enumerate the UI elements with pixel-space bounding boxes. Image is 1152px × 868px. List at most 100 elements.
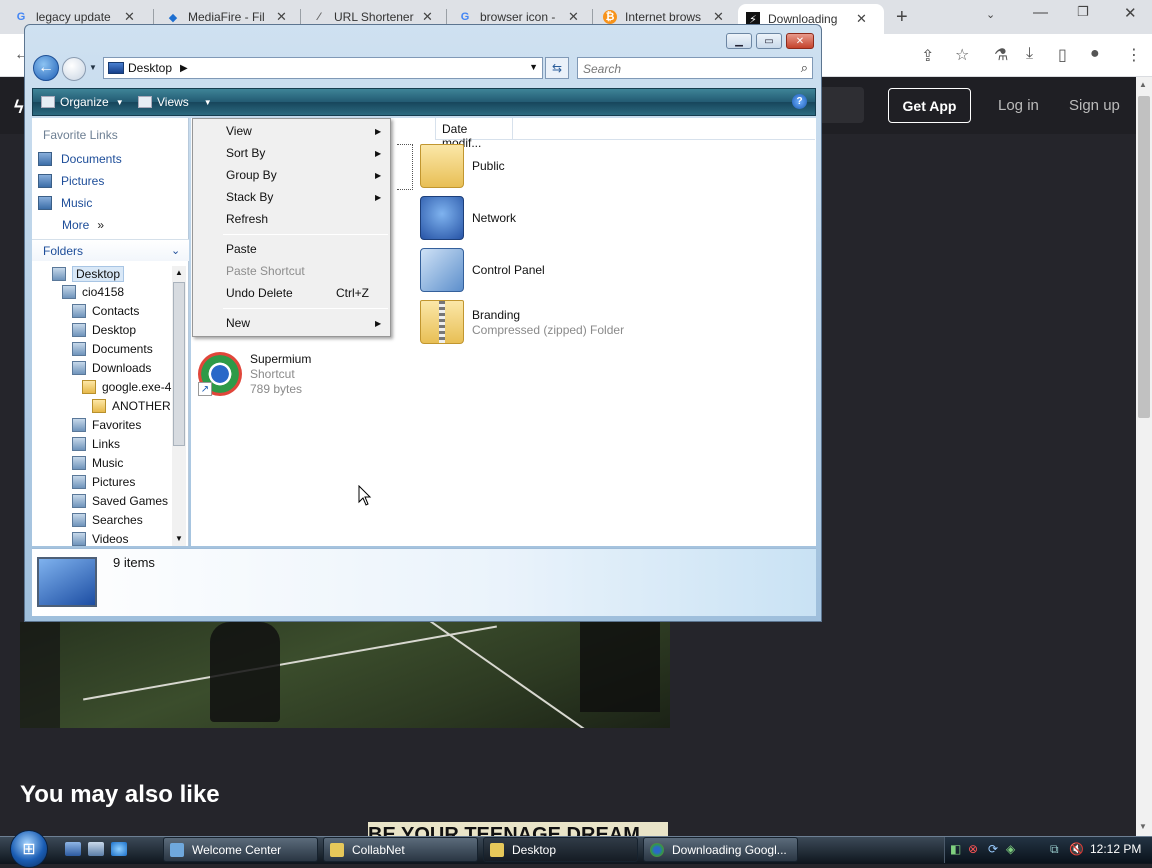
menu-item-new[interactable]: New — [226, 316, 250, 330]
menu-item-refresh[interactable]: Refresh — [226, 212, 268, 226]
menu-item-stack-by[interactable]: Stack By — [226, 190, 273, 204]
restore-icon[interactable]: ❐ — [1077, 4, 1089, 20]
internet-explorer-icon[interactable] — [111, 842, 127, 856]
tree-item-google-exe[interactable]: google.exe-4 — [82, 380, 171, 394]
tree-item-user[interactable]: cio4158 — [62, 285, 124, 299]
item-network[interactable]: Network — [420, 196, 516, 240]
menu-item-undo-delete[interactable]: Undo Delete — [226, 286, 293, 300]
column-header-date-modified[interactable]: Date modif... — [435, 118, 513, 150]
switch-windows-icon[interactable] — [88, 842, 104, 856]
tree-item-music[interactable]: Music — [72, 456, 123, 470]
scroll-down-icon[interactable]: ▼ — [1139, 822, 1147, 831]
item-public[interactable]: Public — [420, 144, 505, 188]
address-bar[interactable]: Desktop ▶ ▼ — [103, 57, 543, 79]
menu-item-paste[interactable]: Paste — [226, 242, 257, 256]
site-logo-icon[interactable]: ϟ — [14, 97, 24, 118]
start-orb-icon[interactable]: ⊞ — [10, 830, 48, 868]
folders-header[interactable]: Folders ⌄ — [32, 239, 189, 261]
update-icon[interactable]: ◈ — [1006, 842, 1015, 856]
signup-link[interactable]: Sign up — [1069, 97, 1120, 114]
tab-close-icon[interactable]: ✕ — [713, 9, 724, 25]
views-button[interactable]: Views ▼ — [138, 95, 212, 109]
tree-item-another[interactable]: ANOTHER — [92, 399, 171, 413]
login-link[interactable]: Log in — [998, 97, 1039, 114]
tree-item-downloads[interactable]: Downloads — [72, 361, 151, 375]
taskbar-button-welcome-center[interactable]: Welcome Center — [163, 837, 318, 862]
forward-arrow-icon[interactable] — [62, 57, 86, 81]
folder-tree-scroll-thumb[interactable] — [173, 282, 185, 446]
tab-close-icon[interactable]: ✕ — [856, 11, 867, 27]
refresh-icon[interactable]: ⇆ — [545, 57, 569, 79]
tree-item-favorites[interactable]: Favorites — [72, 418, 141, 432]
sync-icon[interactable]: ⟳ — [988, 842, 998, 856]
tree-item-videos[interactable]: Videos — [72, 532, 128, 546]
new-tab-button[interactable]: + — [896, 6, 908, 29]
side-panel-icon[interactable]: ▯ — [1058, 45, 1067, 65]
minimize-icon[interactable]: — — [1033, 4, 1048, 21]
clock[interactable]: 12:12 PM — [1090, 842, 1141, 856]
search-icon[interactable]: ⌕ — [801, 60, 808, 76]
extension-icon[interactable]: ⚗ — [994, 45, 1008, 65]
search-input[interactable]: Search ⌕ — [577, 57, 813, 79]
scroll-up-icon[interactable]: ▲ — [1139, 80, 1147, 89]
volume-muted-icon[interactable]: 🔇 — [1069, 842, 1084, 856]
tab-close-icon[interactable]: ✕ — [568, 9, 579, 25]
tree-item-links[interactable]: Links — [72, 437, 120, 451]
taskbar-button-downloading[interactable]: Downloading Googl... — [643, 837, 798, 862]
share-icon[interactable]: ⇪ — [921, 46, 934, 66]
taskbar-button-desktop[interactable]: Desktop — [483, 837, 638, 862]
explorer-maximize-button[interactable]: ▭ — [756, 33, 782, 49]
menu-item-group-by[interactable]: Group By — [226, 168, 277, 182]
download-icon[interactable]: ⤓ — [1026, 45, 1033, 63]
tree-item-searches[interactable]: Searches — [72, 513, 143, 527]
scroll-down-icon[interactable]: ▼ — [175, 534, 183, 543]
item-control-panel[interactable]: Control Panel — [420, 248, 545, 292]
explorer-close-button[interactable]: ✕ — [786, 33, 814, 49]
tree-item-saved-games[interactable]: Saved Games — [72, 494, 168, 508]
favorite-link-documents[interactable]: Documents — [38, 152, 122, 166]
back-arrow-icon[interactable]: ← — [33, 55, 59, 81]
tree-item-desktop-folder[interactable]: Desktop — [72, 323, 136, 337]
folder-icon — [82, 380, 96, 394]
tab-close-icon[interactable]: ✕ — [276, 9, 287, 25]
tab-separator — [300, 9, 301, 25]
organize-button[interactable]: Organize ▼ — [41, 95, 124, 109]
explorer-minimize-button[interactable]: ▁ — [726, 33, 752, 49]
page-scrollbar-thumb[interactable] — [1138, 96, 1150, 418]
tree-item-documents[interactable]: Documents — [72, 342, 153, 356]
menu-item-view[interactable]: View — [226, 124, 252, 138]
taskbar-button-collabnet[interactable]: CollabNet — [323, 837, 478, 862]
profile-icon[interactable]: ● — [1090, 45, 1100, 63]
scroll-up-icon[interactable]: ▲ — [175, 268, 183, 277]
security-alert-icon[interactable]: ⊗ — [968, 842, 978, 856]
network-tray-icon[interactable]: ◧ — [950, 842, 961, 856]
get-app-button[interactable]: Get App — [888, 88, 971, 123]
address-text[interactable]: Desktop — [128, 61, 172, 75]
address-dropdown-icon[interactable]: ▼ — [529, 62, 538, 72]
favorite-link-music[interactable]: Music — [38, 196, 92, 210]
folder-tree-scrollbar[interactable]: ▲ ▼ — [172, 266, 186, 546]
tab-search-icon[interactable]: ⌄ — [986, 8, 995, 21]
video-player[interactable] — [20, 622, 670, 728]
help-icon[interactable]: ? — [792, 94, 807, 109]
network-status-icon[interactable]: ⧉ — [1050, 842, 1059, 857]
tree-item-pictures[interactable]: Pictures — [72, 475, 135, 489]
tab-close-icon[interactable]: ✕ — [422, 9, 433, 25]
menu-item-sort-by[interactable]: Sort By — [226, 146, 265, 160]
google-icon: G — [16, 11, 26, 23]
folder-icon — [92, 399, 106, 413]
close-window-icon[interactable]: ✕ — [1124, 4, 1137, 22]
item-branding[interactable]: Branding Compressed (zipped) Folder — [420, 300, 624, 344]
tree-item-contacts[interactable]: Contacts — [72, 304, 139, 318]
favorite-link-pictures[interactable]: Pictures — [38, 174, 104, 188]
tab-close-icon[interactable]: ✕ — [124, 9, 135, 25]
star-icon[interactable]: ☆ — [955, 45, 969, 65]
recent-pages-dropdown-icon[interactable]: ▼ — [89, 63, 97, 72]
favorite-link-more[interactable]: More » — [62, 218, 104, 232]
show-desktop-icon[interactable] — [65, 842, 81, 856]
breadcrumb-arrow-icon[interactable]: ▶ — [180, 63, 188, 74]
tab-separator — [446, 9, 447, 25]
tree-item-desktop[interactable]: Desktop — [52, 266, 125, 282]
item-supermium[interactable]: ↗ Supermium Shortcut 789 bytes — [198, 352, 311, 396]
menu-icon[interactable]: ⋮ — [1126, 45, 1142, 65]
